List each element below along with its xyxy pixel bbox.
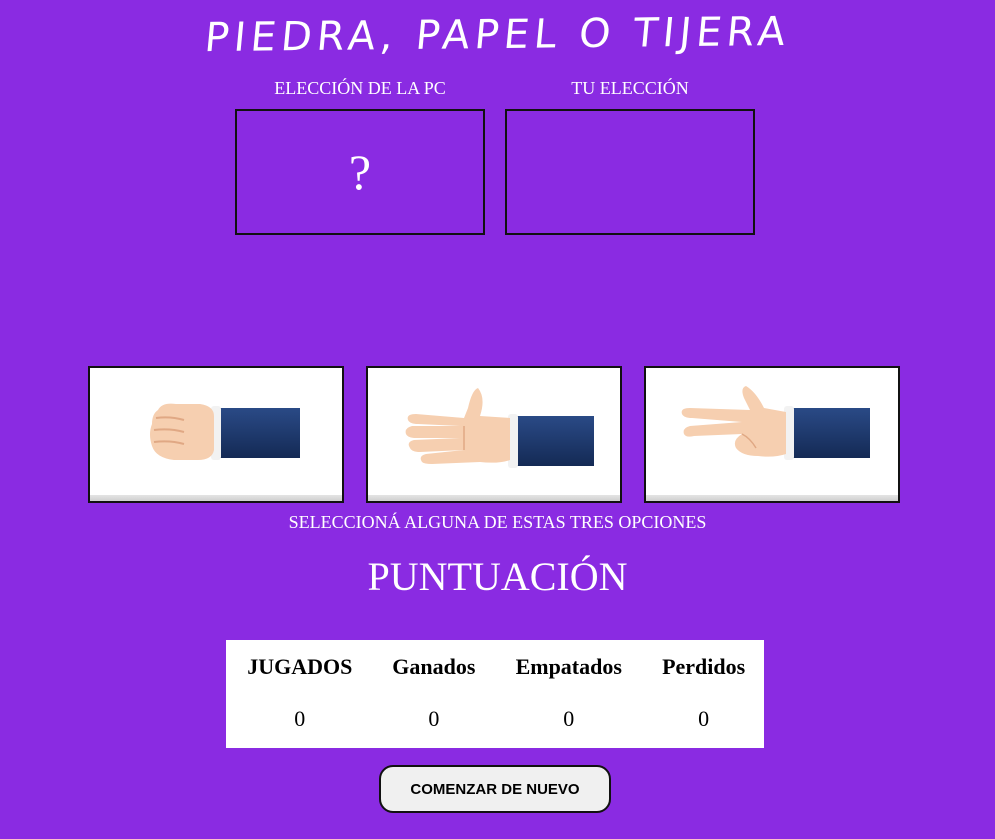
tied-value: 0 xyxy=(563,706,575,731)
score-title: PUNTUACIÓN xyxy=(367,554,628,599)
paper-option-button[interactable] xyxy=(366,366,622,503)
tied-header: Empatados xyxy=(515,654,622,679)
page-title: PIEDRA, PAPEL O TIJERA xyxy=(202,8,793,62)
game-page: PIEDRA, PAPEL O TIJERA ELECCIÓN DE LA PC… xyxy=(0,0,995,839)
user-choice-label: TU ELECCIÓN xyxy=(571,78,689,98)
score-value-row: 0 0 0 0 xyxy=(226,690,764,742)
score-header-row: JUGADOS Ganados Empatados Perdidos xyxy=(226,640,764,690)
won-value: 0 xyxy=(428,706,440,731)
pc-choice-value: ? xyxy=(348,144,372,200)
played-header: JUGADOS xyxy=(247,654,353,679)
score-table: JUGADOS Ganados Empatados Perdidos 0 0 0… xyxy=(226,640,764,748)
scissors-hand-icon xyxy=(681,386,870,460)
rock-option-button[interactable] xyxy=(88,366,344,503)
lost-value: 0 xyxy=(698,706,710,731)
pc-choice-label: ELECCIÓN DE LA PC xyxy=(274,78,446,98)
pc-choice-box: ? xyxy=(235,109,485,235)
paper-hand-icon xyxy=(405,388,594,468)
rock-hand-icon xyxy=(150,403,300,460)
won-header: Ganados xyxy=(392,654,476,679)
scissors-option-button[interactable] xyxy=(644,366,900,503)
user-choice-box xyxy=(505,109,755,235)
instruction-text: SELECCIONÁ ALGUNA DE ESTAS TRES OPCIONES xyxy=(288,512,707,532)
lost-header: Perdidos xyxy=(662,654,746,679)
played-value: 0 xyxy=(294,706,306,731)
reset-button[interactable]: COMENZAR DE NUEVO xyxy=(379,765,611,813)
